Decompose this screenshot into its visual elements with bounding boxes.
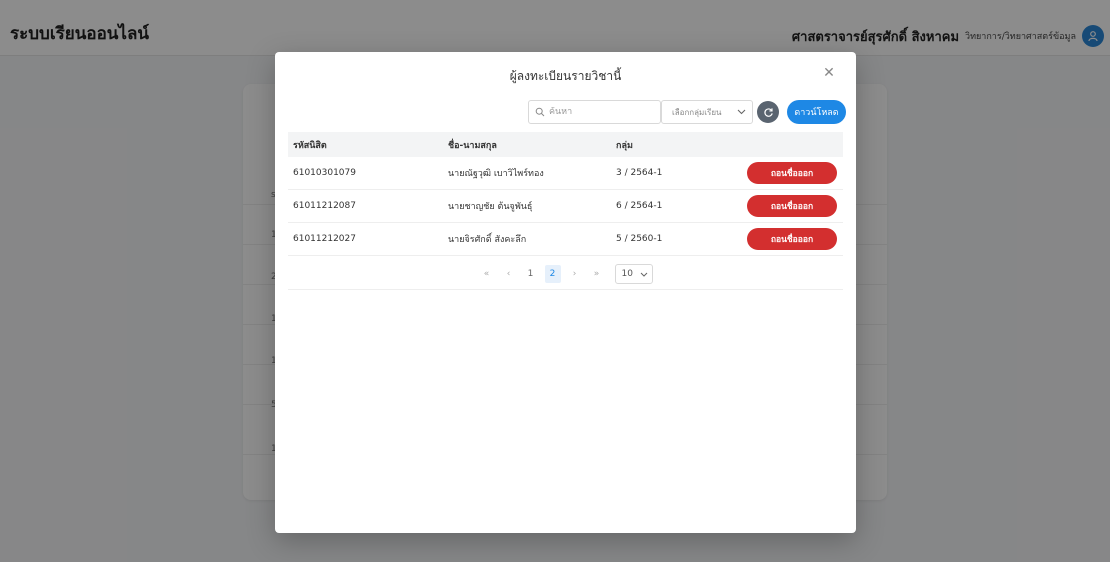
search-icon [535,107,545,117]
first-page-button[interactable]: « [479,265,495,283]
student-group: 3 / 2564-1 [616,168,663,178]
column-header-name: ชื่อ-นามสกุล [448,140,497,151]
group-select[interactable]: เลือกกลุ่มเรียน [661,100,753,124]
table-header: รหัสนิสิต ชื่อ-นามสกุล กลุ่ม [288,132,843,157]
enrolled-students-modal: ผู้ลงทะเบียนรายวิชานี้ ✕ เลือกกลุ่มเรียน… [275,52,856,533]
student-name: นายจิรศักดิ์ สังคะลึก [448,235,527,245]
last-page-button[interactable]: » [589,265,605,283]
page-size-value: 10 [621,269,633,279]
chevron-down-icon [737,109,746,115]
group-select-value: เลือกกลุ่มเรียน [672,107,722,117]
withdraw-button[interactable]: ถอนชื่อออก [747,162,837,184]
chevron-down-icon [640,272,647,277]
action-cell: ถอนชื่อออก [716,162,843,184]
refresh-icon [763,107,773,117]
student-group: 5 / 2560-1 [616,234,663,244]
action-cell: ถอนชื่อออก [716,228,843,250]
column-header-group: กลุ่ม [616,140,633,151]
students-table: รหัสนิสิต ชื่อ-นามสกุล กลุ่ม 61010301079… [288,132,843,256]
column-header-student-id: รหัสนิสิต [293,140,327,151]
page-size-select[interactable]: 10 [614,264,653,284]
download-button[interactable]: ดาวน์โหลด [787,100,846,124]
page-2-button[interactable]: 2 [544,265,561,283]
table-row: 61010301079 นายณัฐวุฒิ เบาวิไพร์ทอง 3 / … [288,157,843,190]
student-name: นายชาญชัย ต้นจูพันธุ์ [448,202,533,212]
modal-title: ผู้ลงทะเบียนรายวิชานี้ [509,69,622,83]
search-box[interactable] [528,100,661,124]
prev-page-button[interactable]: ‹ [501,265,517,283]
table-row: 61011212087 นายชาญชัย ต้นจูพันธุ์ 6 / 25… [288,190,843,223]
student-group: 6 / 2564-1 [616,201,663,211]
student-id: 61011212027 [293,234,356,244]
student-id: 61010301079 [293,168,356,178]
withdraw-button[interactable]: ถอนชื่อออก [747,195,837,217]
student-name: นายณัฐวุฒิ เบาวิไพร์ทอง [448,169,544,179]
refresh-button[interactable] [757,101,779,123]
table-row: 61011212027 นายจิรศักดิ์ สังคะลึก 5 / 25… [288,223,843,256]
student-id: 61011212087 [293,201,356,211]
action-cell: ถอนชื่อออก [716,195,843,217]
search-input[interactable] [549,107,649,117]
pagination: « ‹ 1 2 › » 10 [288,259,843,290]
next-page-button[interactable]: › [567,265,583,283]
withdraw-button[interactable]: ถอนชื่อออก [747,228,837,250]
close-icon[interactable]: ✕ [820,64,838,82]
page-1-button[interactable]: 1 [523,265,539,283]
